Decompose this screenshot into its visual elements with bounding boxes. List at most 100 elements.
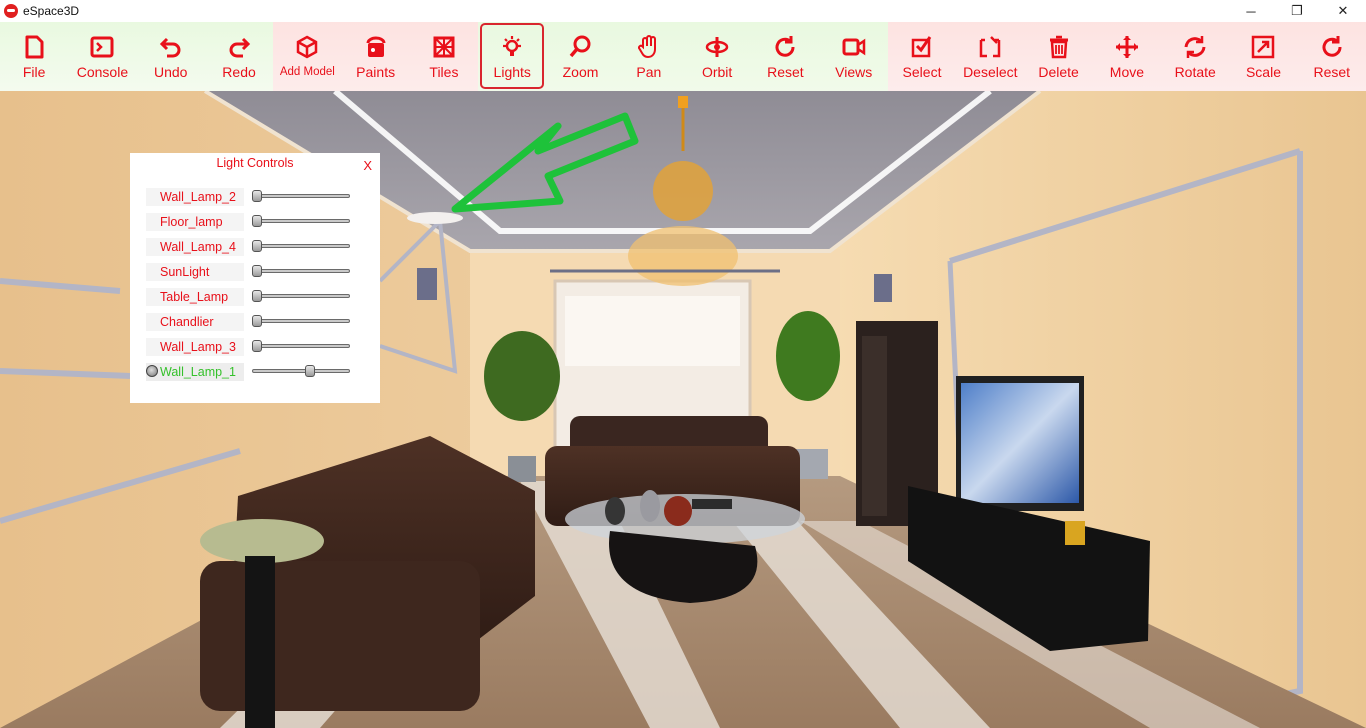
light-name-label[interactable]: SunLight [146, 263, 244, 281]
toolbar-button-tiles[interactable]: Tiles [409, 22, 479, 91]
trash-icon [1049, 35, 1068, 59]
toolbar-label: File [22, 64, 46, 80]
slider-handle[interactable] [252, 290, 262, 302]
toolbar-button-orbit[interactable]: Orbit [682, 22, 752, 91]
light-name-label[interactable]: Wall_Lamp_1 [146, 363, 244, 381]
slider-handle[interactable] [252, 340, 262, 352]
light-intensity-slider[interactable] [252, 215, 350, 227]
toolbar-button-paints[interactable]: Paints [341, 22, 410, 91]
toolbar-label: Paints [356, 64, 396, 80]
toolbar-button-rotate[interactable]: Rotate [1161, 22, 1230, 91]
light-name-label[interactable]: Table_Lamp [146, 288, 244, 306]
light-row-wall_lamp_1: Wall_Lamp_1 [146, 363, 376, 383]
light-name-label[interactable]: Wall_Lamp_3 [146, 338, 244, 356]
toolbar-button-pan[interactable]: Pan [614, 22, 683, 91]
toolbar-label: Lights [493, 64, 531, 80]
toolbar-button-add-model[interactable]: Add Model [273, 22, 342, 91]
toolbar-label: Delete [1038, 64, 1079, 80]
light-name-label[interactable]: Wall_Lamp_4 [146, 238, 244, 256]
toolbar-label: Console [76, 64, 129, 80]
app-logo-icon [4, 4, 18, 18]
toolbar-label: Move [1109, 64, 1145, 80]
minimize-button[interactable]: ─ [1228, 0, 1274, 22]
reset-icon [1322, 36, 1342, 57]
deselect-icon [980, 36, 1001, 58]
light-name-label[interactable]: Chandlier [146, 313, 244, 331]
toolbar-label: Select [902, 64, 942, 80]
console-icon [90, 36, 114, 58]
toolbar-button-console[interactable]: Console [68, 22, 137, 91]
toolbar-label: Views [835, 64, 873, 80]
toolbar-button-views[interactable]: Views [819, 22, 888, 91]
scale-icon [1252, 35, 1275, 59]
3d-viewport[interactable]: Light Controls X Wall_Lamp_2 Floor_lamp Wa… [0, 91, 1366, 728]
light-row-table_lamp: Table_Lamp [146, 288, 376, 308]
toolbar-label: Rotate [1174, 64, 1216, 80]
light-name-label[interactable]: Wall_Lamp_2 [146, 188, 244, 206]
reset-icon [775, 36, 795, 57]
file-icon [25, 35, 44, 59]
paint-bucket-icon [366, 36, 386, 57]
light-row-wall_lamp_2: Wall_Lamp_2 [146, 188, 376, 208]
slider-handle[interactable] [252, 240, 262, 252]
light-intensity-slider[interactable] [252, 190, 350, 202]
orbit-icon [705, 37, 729, 57]
slider-handle[interactable] [252, 215, 262, 227]
toolbar-button-select[interactable]: Select [887, 22, 957, 91]
toolbar-label: Reset [767, 64, 804, 80]
redo-icon [229, 37, 251, 58]
slider-handle[interactable] [305, 365, 316, 377]
window-controls: ─ ❐ ✕ [1228, 0, 1366, 22]
toolbar-label: Zoom [562, 64, 599, 80]
slider-handle[interactable] [252, 265, 262, 277]
toolbar-button-deselect[interactable]: Deselect [956, 22, 1025, 91]
slider-handle[interactable] [252, 315, 262, 327]
toolbar-button-reset[interactable]: Reset [1297, 22, 1366, 91]
light-intensity-slider[interactable] [252, 290, 350, 302]
maximize-button[interactable]: ❐ [1274, 0, 1320, 22]
light-intensity-slider[interactable] [252, 340, 350, 352]
slider-handle[interactable] [252, 190, 262, 202]
app-title: eSpace3D [23, 4, 80, 18]
toolbar-button-lights[interactable]: Lights [478, 22, 547, 91]
light-row-wall_lamp_3: Wall_Lamp_3 [146, 338, 376, 358]
toolbar-label: Deselect [963, 64, 1018, 80]
rotate-icon [1184, 36, 1206, 58]
toolbar-button-delete[interactable]: Delete [1024, 22, 1093, 91]
select-icon [911, 36, 932, 58]
tiles-icon [433, 36, 455, 58]
toolbar-label: Redo [222, 64, 256, 80]
light-intensity-slider[interactable] [252, 315, 350, 327]
toolbar-label: Orbit [701, 64, 733, 80]
toolbar-label: Scale [1245, 64, 1281, 80]
toolbar-button-undo[interactable]: Undo [136, 22, 205, 91]
light-controls-panel: Light Controls X Wall_Lamp_2 Floor_lamp Wa… [130, 153, 380, 403]
selected-light-indicator-icon [146, 365, 158, 377]
toolbar-label: Add Model [279, 66, 335, 78]
toolbar-button-reset[interactable]: Reset [751, 22, 820, 91]
toolbar-label: Undo [154, 64, 188, 80]
toolbar-button-scale[interactable]: Scale [1229, 22, 1298, 91]
light-row-wall_lamp_4: Wall_Lamp_4 [146, 238, 376, 258]
main-toolbar: File Console Undo Redo Add Model Paints Tiles L… [0, 22, 1366, 91]
lightbulb-icon [503, 36, 522, 56]
toolbar-button-move[interactable]: Move [1092, 22, 1162, 91]
toolbar-button-zoom[interactable]: Zoom [546, 22, 615, 91]
light-intensity-slider[interactable] [252, 365, 350, 377]
hand-icon [637, 35, 656, 59]
panel-close-button[interactable]: X [363, 158, 372, 173]
light-intensity-slider[interactable] [252, 240, 350, 252]
close-window-button[interactable]: ✕ [1320, 0, 1366, 22]
undo-icon [159, 37, 181, 58]
toolbar-button-redo[interactable]: Redo [204, 22, 274, 91]
toolbar-label: Pan [636, 64, 662, 80]
zoom-icon [569, 35, 591, 58]
light-row-sunlight: SunLight [146, 263, 376, 283]
toolbar-label: Tiles [429, 64, 459, 80]
light-row-chandlier: Chandlier [146, 313, 376, 333]
cube-icon [297, 35, 318, 59]
title-bar: eSpace3D ─ ❐ ✕ [0, 0, 1366, 22]
light-intensity-slider[interactable] [252, 265, 350, 277]
toolbar-button-file[interactable]: File [0, 22, 69, 91]
light-name-label[interactable]: Floor_lamp [146, 213, 244, 231]
